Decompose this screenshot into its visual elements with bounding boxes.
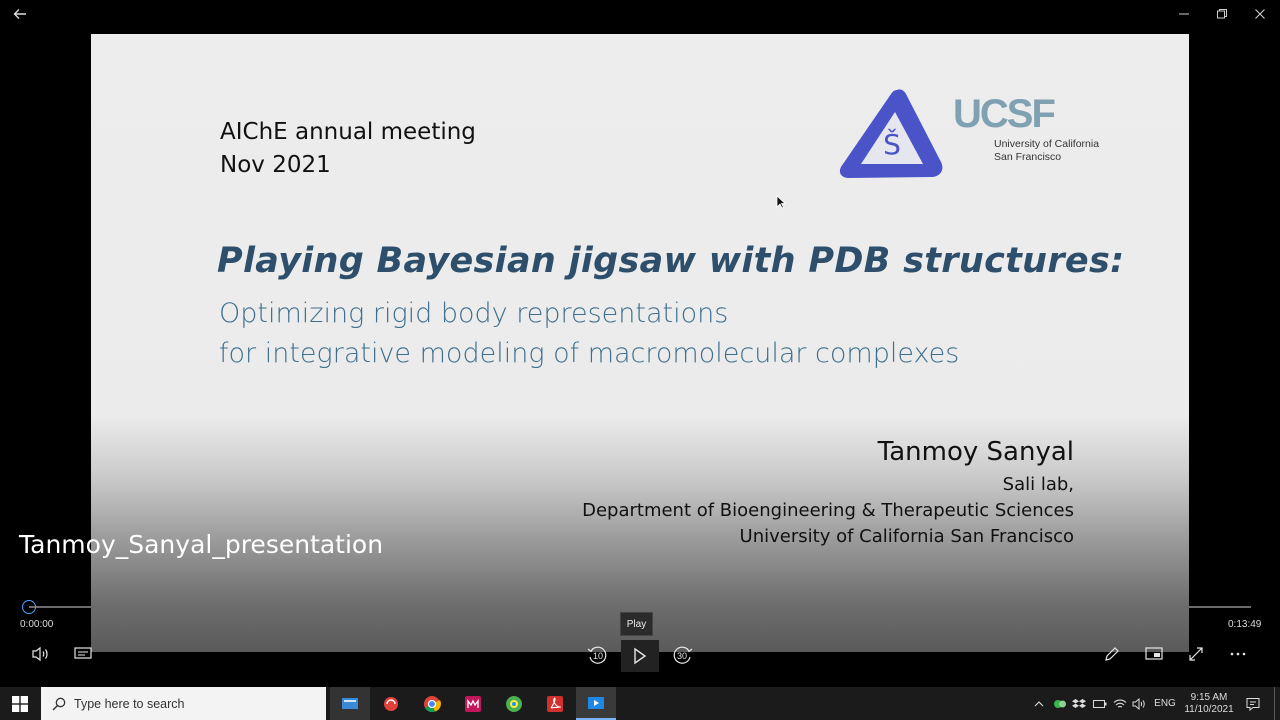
ucsf-sub-line-1: University of California — [994, 138, 1100, 150]
mini-view-icon[interactable] — [1143, 644, 1165, 664]
clock-date: 11/10/2021 — [1184, 703, 1234, 715]
forward-label: 30 — [676, 651, 687, 661]
notifications-icon[interactable] — [1242, 687, 1264, 720]
back-arrow-icon[interactable] — [1, 0, 39, 28]
slide-title: Playing Bayesian jigsaw with PDB structu… — [217, 241, 1125, 281]
sali-lab-logo: Š — [839, 86, 949, 187]
rewind-label: 10 — [592, 651, 603, 661]
lab-logo-letter: Š — [883, 127, 901, 161]
volume-icon[interactable] — [29, 644, 53, 664]
restore-icon[interactable] — [1203, 0, 1241, 28]
play-tooltip: Play — [620, 612, 653, 636]
chrome-icon[interactable] — [412, 687, 452, 720]
speaker-icon[interactable] — [1131, 687, 1147, 720]
ucsf-logo: UCSF — [953, 92, 1056, 136]
subtitle-line-1: Optimizing rigid body representations — [219, 298, 729, 329]
minimize-icon[interactable] — [1165, 0, 1203, 28]
show-desktop-button[interactable] — [1274, 687, 1280, 720]
close-icon[interactable] — [1241, 0, 1279, 28]
taskbar: Type here to search ENG 9:15 AM 11/10/20 — [0, 687, 1280, 720]
meeting-line-1: AIChE annual meeting — [220, 119, 476, 145]
clock-time: 9:15 AM — [1190, 691, 1228, 703]
more-options-icon[interactable] — [1227, 644, 1249, 664]
tray-overflow-chevron-icon[interactable] — [1032, 687, 1046, 720]
acrobat-icon[interactable] — [535, 687, 575, 720]
tray-app-icon-1[interactable] — [1052, 687, 1068, 720]
meeting-line-2: Nov 2021 — [220, 152, 331, 178]
subtitle-line-2: for integrative modeling of macromolecul… — [219, 338, 960, 369]
mouse-cursor-icon — [776, 195, 786, 209]
dropbox-icon[interactable] — [1071, 687, 1087, 720]
wifi-icon[interactable] — [1112, 687, 1128, 720]
rewind-10-button[interactable]: 10 — [586, 643, 610, 667]
clock[interactable]: 9:15 AM 11/10/2021 — [1180, 687, 1238, 720]
taskbar-search-input[interactable]: Type here to search — [41, 687, 326, 720]
title-bar — [0, 0, 1280, 28]
search-icon — [52, 697, 66, 710]
ucsf-subtext: University of California San Francisco — [994, 138, 1099, 164]
video-frame[interactable]: AIChE annual meeting Nov 2021 Š UCSF Uni… — [91, 34, 1189, 652]
seek-bar[interactable] — [29, 606, 1251, 608]
slide-subtitle: Optimizing rigid body representations fo… — [219, 294, 959, 374]
seek-handle[interactable] — [22, 600, 36, 614]
pencil-icon[interactable] — [1101, 644, 1123, 664]
app-pinned-2-icon[interactable] — [371, 687, 411, 720]
total-time: 0:13:49 — [1228, 619, 1262, 630]
ucsf-sub-line-2: San Francisco — [994, 151, 1062, 163]
app-pinned-1-icon[interactable] — [330, 687, 370, 720]
play-button[interactable] — [621, 640, 659, 672]
app-pinned-5-icon[interactable] — [494, 687, 534, 720]
meeting-text: AIChE annual meeting Nov 2021 — [220, 116, 476, 182]
affiliation-line-3: University of California San Francisco — [739, 526, 1074, 547]
app-pinned-4-icon[interactable] — [453, 687, 493, 720]
windows-start-icon[interactable] — [0, 687, 40, 720]
fullscreen-icon[interactable] — [1185, 644, 1207, 664]
author-name: Tanmoy Sanyal — [877, 437, 1074, 467]
affiliation-line-1: Sali lab, — [1002, 474, 1074, 495]
play-icon — [634, 647, 647, 665]
forward-30-button[interactable]: 30 — [670, 643, 694, 667]
video-player-app-icon[interactable] — [576, 687, 616, 720]
search-placeholder: Type here to search — [74, 696, 185, 711]
battery-icon[interactable] — [1092, 687, 1108, 720]
language-indicator[interactable]: ENG — [1152, 687, 1178, 720]
captions-icon[interactable] — [72, 644, 94, 664]
video-title: Tanmoy_Sanyal_presentation — [19, 530, 384, 559]
affiliation-line-2: Department of Bioengineering & Therapeut… — [582, 500, 1074, 521]
current-time: 0:00:00 — [20, 619, 54, 630]
